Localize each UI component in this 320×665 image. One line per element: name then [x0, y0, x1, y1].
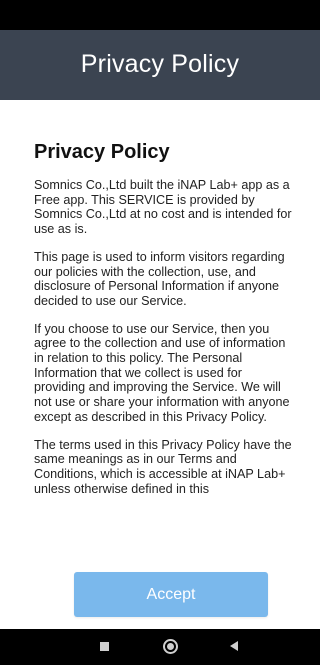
- home-dot-icon: [167, 643, 174, 650]
- square-recents-icon[interactable]: [100, 642, 109, 651]
- status-bar: [0, 0, 320, 30]
- policy-content[interactable]: Privacy Policy Somnics Co.,Ltd built the…: [0, 100, 320, 552]
- policy-paragraph: Somnics Co.,Ltd built the iNAP Lab+ app …: [34, 178, 292, 237]
- policy-paragraph: If you choose to use our Service, then y…: [34, 321, 290, 424]
- accept-button[interactable]: Accept: [74, 572, 268, 617]
- policy-paragraph: The terms used in this Privacy Policy ha…: [34, 437, 292, 496]
- footer: Accept: [0, 552, 320, 629]
- app-bar: Privacy Policy: [0, 30, 320, 100]
- system-navigation-bar: [0, 629, 320, 665]
- policy-paragraph: This page is used to inform visitors reg…: [34, 249, 285, 308]
- document-heading: Privacy Policy: [34, 141, 170, 163]
- page-title: Privacy Policy: [80, 49, 240, 78]
- circle-home-icon[interactable]: [163, 639, 178, 654]
- triangle-back-icon[interactable]: [230, 641, 238, 651]
